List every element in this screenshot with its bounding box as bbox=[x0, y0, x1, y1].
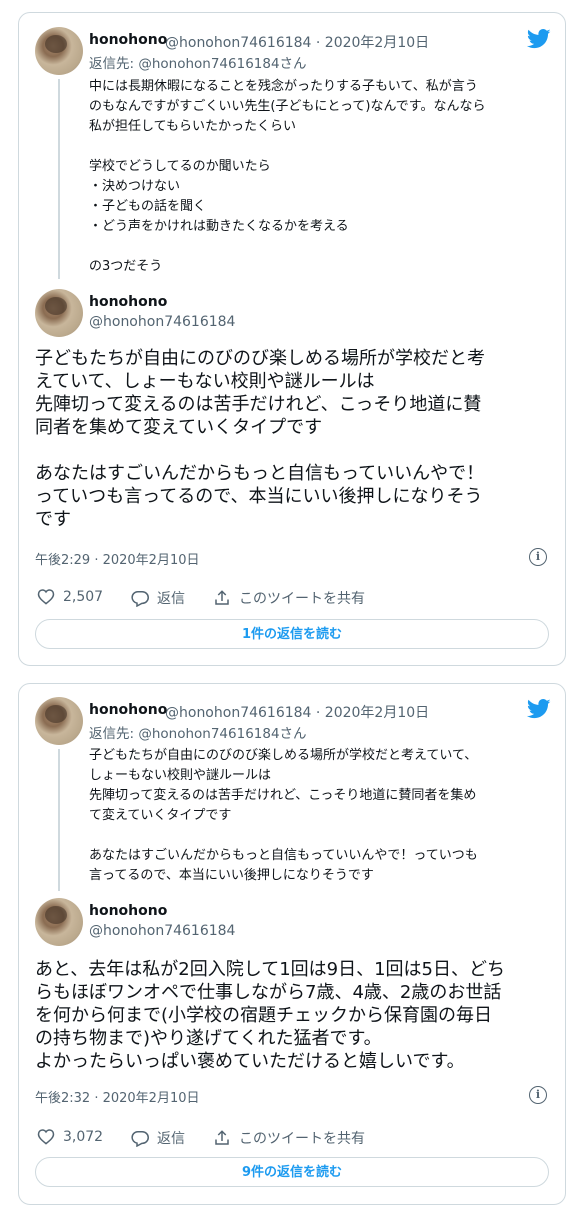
tweet-timestamp[interactable]: 午後2:32 · 2020年2月10日 bbox=[35, 1087, 200, 1106]
reply-to: 返信先: @honohon74616184さん bbox=[89, 52, 307, 72]
share-button[interactable]: このツイートを共有 bbox=[213, 588, 365, 608]
reply-label: 返信 bbox=[157, 591, 185, 607]
twitter-bird-icon[interactable] bbox=[527, 29, 551, 49]
author-handle-date[interactable]: @honohon74616184 · 2020年2月10日 bbox=[165, 32, 429, 52]
reply-button[interactable]: 返信 bbox=[131, 588, 185, 608]
like-button[interactable]: 2,507 bbox=[37, 588, 103, 605]
author-handle[interactable]: @honohon74616184 bbox=[89, 314, 235, 330]
like-count: 2,507 bbox=[63, 588, 104, 605]
reply-to: 返信先: @honohon74616184さん bbox=[89, 722, 307, 742]
author-name[interactable]: honohono bbox=[89, 294, 167, 310]
reply-label: 返信 bbox=[157, 1131, 185, 1147]
heart-icon bbox=[37, 589, 55, 605]
info-icon[interactable]: i bbox=[529, 548, 547, 566]
avatar[interactable] bbox=[35, 898, 83, 946]
avatar[interactable] bbox=[35, 697, 83, 745]
tweet-timestamp[interactable]: 午後2:29 · 2020年2月10日 bbox=[35, 549, 200, 568]
share-label: このツイートを共有 bbox=[239, 591, 365, 607]
tweet-text: 子どもたちが自由にのびのび楽しめる場所が学校だと考えていて、 しょーもない校則や… bbox=[89, 748, 478, 883]
info-icon[interactable]: i bbox=[529, 1086, 547, 1104]
avatar[interactable] bbox=[35, 27, 83, 75]
author-name[interactable]: honohono bbox=[89, 702, 167, 718]
like-button[interactable]: 3,072 bbox=[37, 1128, 103, 1145]
share-button[interactable]: このツイートを共有 bbox=[213, 1128, 365, 1148]
share-icon bbox=[215, 590, 229, 605]
reply-to-handle[interactable]: @honohon74616184さん bbox=[138, 726, 306, 742]
tweet-text: 中には長期休暇になることを残念がったりする子もいて、私が言う のもなんですがすご… bbox=[89, 79, 486, 274]
read-replies-button[interactable]: 1件の返信を読む bbox=[35, 619, 549, 649]
heart-icon bbox=[37, 1129, 55, 1145]
author-handle-date[interactable]: @honohon74616184 · 2020年2月10日 bbox=[165, 702, 429, 722]
author-handle[interactable]: @honohon74616184 bbox=[89, 923, 235, 939]
reply-to-label: 返信先: bbox=[89, 726, 139, 742]
tweet-text: あと、去年は私が2回入院して1回は9日、1回は5日、どち らもほぼワンオペで仕事… bbox=[35, 959, 505, 1072]
reply-to-label: 返信先: bbox=[89, 56, 139, 72]
thread-line bbox=[58, 79, 60, 279]
tweet-text: 子どもたちが自由にのびのび楽しめる場所が学校だと考 えていて、しょーもない校則や… bbox=[35, 348, 485, 530]
share-icon bbox=[215, 1130, 229, 1145]
author-name[interactable]: honohono bbox=[89, 903, 167, 919]
avatar[interactable] bbox=[35, 289, 83, 337]
author-name[interactable]: honohono bbox=[89, 32, 167, 48]
share-label: このツイートを共有 bbox=[239, 1131, 365, 1147]
reply-button[interactable]: 返信 bbox=[131, 1128, 185, 1148]
reply-bubble-icon bbox=[131, 590, 149, 607]
thread-line bbox=[58, 749, 60, 891]
like-count: 3,072 bbox=[63, 1128, 104, 1145]
tweet-card: honohono @honohon74616184 · 2020年2月10日 返… bbox=[18, 683, 566, 1205]
twitter-bird-icon[interactable] bbox=[527, 699, 551, 719]
reply-to-handle[interactable]: @honohon74616184さん bbox=[138, 56, 306, 72]
read-replies-button[interactable]: 9件の返信を読む bbox=[35, 1157, 549, 1187]
tweet-card: honohono @honohon74616184 · 2020年2月10日 返… bbox=[18, 12, 566, 666]
reply-bubble-icon bbox=[131, 1130, 149, 1147]
